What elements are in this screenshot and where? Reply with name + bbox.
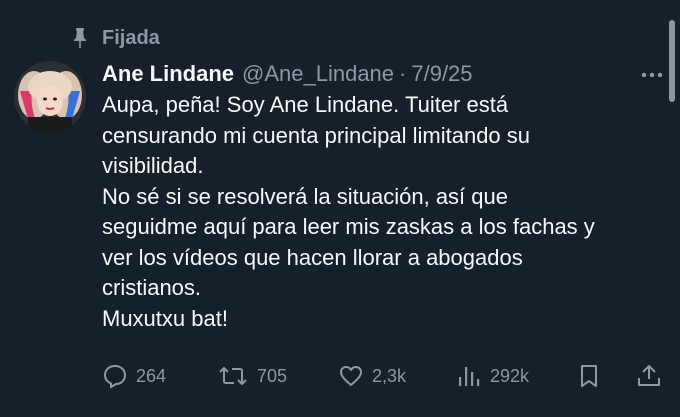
share-icon [638, 365, 660, 386]
author-display-name[interactable]: Ane Lindane [102, 61, 234, 87]
tweet-text-line: cristianos. [102, 275, 202, 300]
analytics-icon [459, 367, 480, 386]
header-separator: · [399, 61, 407, 86]
more-options-button[interactable] [636, 60, 668, 88]
views-count: 292k [490, 365, 530, 386]
reply-icon [103, 364, 127, 389]
share-button[interactable] [636, 360, 670, 392]
more-horizontal-icon [641, 65, 663, 83]
pinned-label: Fijada [102, 26, 160, 49]
pin-icon [70, 27, 90, 49]
tweet-header: Ane Lindane @Ane_Lindane · 7/9/25 [102, 56, 473, 92]
tweet-text: Aupa, peña! Soy Ane Lindane. Tuiter está… [102, 90, 672, 334]
like-count: 2,3k [372, 365, 407, 386]
author-handle[interactable]: @Ane_Lindane [242, 61, 394, 87]
scrollbar[interactable] [669, 20, 675, 102]
tweet-text-line: seguidme aquí para leer mis zaskas a los… [102, 214, 595, 239]
tweet-text-line: Muxutxu bat! [102, 305, 228, 331]
avatar[interactable] [14, 61, 86, 133]
reply-count: 264 [136, 365, 167, 386]
retweet-icon [219, 367, 247, 385]
tweet-text-line: Aupa, peña! Soy Ane Lindane. Tuiter está [102, 92, 509, 117]
tweet-actions: 264 705 2,3k 292k [102, 360, 672, 392]
bookmark-button[interactable] [577, 360, 609, 392]
heart-icon [340, 366, 362, 386]
tweet-text-line: visibilidad. [102, 153, 204, 178]
tweet-text-line: censurando mi cuenta principal limitando… [102, 122, 531, 148]
bookmark-icon [581, 365, 597, 387]
like-button[interactable]: 2,3k [338, 360, 406, 392]
views-button[interactable]: 292k [456, 360, 529, 392]
reply-button[interactable]: 264 [102, 360, 166, 392]
retweet-button[interactable]: 705 [217, 360, 287, 392]
tweet-text-line: ver los vídeos que hacen llorar a abogad… [102, 244, 523, 270]
pinned-tweet[interactable]: Fijada Ane Lindane @Ane_Lindane · 7/9/25 [0, 0, 680, 417]
tweet-date[interactable]: 7/9/25 [411, 61, 472, 87]
retweet-count: 705 [257, 365, 288, 386]
pinned-indicator: Fijada [70, 24, 160, 52]
tweet-text-line: No sé si se resolverá la situación, así … [102, 183, 508, 209]
